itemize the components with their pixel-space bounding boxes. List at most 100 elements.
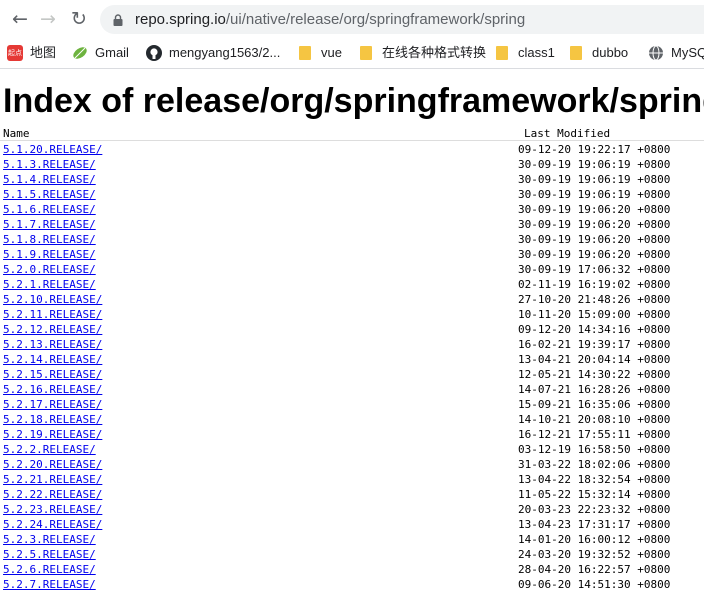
last-modified-date: 14-10-21 20:08:10 +0800 [518,413,671,426]
folder-icon [496,46,508,60]
bookmark-label: Gmail [95,45,129,60]
listing-row: 5.2.22.RELEASE/11-05-22 15:32:14 +0800 [0,487,704,502]
listing-row: 5.2.12.RELEASE/09-12-20 14:34:16 +0800 [0,322,704,337]
release-folder-link[interactable]: 5.2.17.RELEASE/ [3,397,102,412]
leaf-icon [73,47,87,59]
release-folder-link[interactable]: 5.2.11.RELEASE/ [3,307,102,322]
last-modified-date: 28-04-20 16:22:57 +0800 [518,563,671,576]
listing-row: 5.1.4.RELEASE/30-09-19 19:06:19 +0800 [0,172,704,187]
release-folder-link[interactable]: 5.2.21.RELEASE/ [3,472,102,487]
forward-arrow-icon[interactable]: → [36,7,60,31]
last-modified-date: 30-09-19 19:06:19 +0800 [518,158,671,171]
map-app-icon: 起点 [7,45,23,61]
column-header-last-modified: Last Modified [524,127,611,140]
listing-row: 5.2.14.RELEASE/13-04-21 20:04:14 +0800 [0,352,704,367]
folder-icon [360,46,372,60]
listing-row: 5.2.20.RELEASE/31-03-22 18:02:06 +0800 [0,457,704,472]
release-folder-link[interactable]: 5.2.14.RELEASE/ [3,352,102,367]
last-modified-date: 13-04-21 20:04:14 +0800 [518,353,671,366]
bookmark-label: dubbo [592,45,629,60]
last-modified-date: 10-11-20 15:09:00 +0800 [518,308,671,321]
lock-icon [113,14,123,26]
back-arrow-icon[interactable]: ← [8,7,32,31]
listing-row: 5.2.15.RELEASE/12-05-21 14:30:22 +0800 [0,367,704,382]
release-folder-link[interactable]: 5.2.6.RELEASE/ [3,562,96,577]
listing-row: 5.2.17.RELEASE/15-09-21 16:35:06 +0800 [0,397,704,412]
release-folder-link[interactable]: 5.1.5.RELEASE/ [3,187,96,202]
release-folder-link[interactable]: 5.2.20.RELEASE/ [3,457,102,472]
release-folder-link[interactable]: 5.2.1.RELEASE/ [3,277,96,292]
listing-row: 5.2.1.RELEASE/02-11-19 16:19:02 +0800 [0,277,704,292]
release-folder-link[interactable]: 5.2.22.RELEASE/ [3,487,102,502]
last-modified-date: 30-09-19 19:06:20 +0800 [518,248,671,261]
listing-row: 5.2.21.RELEASE/13-04-22 18:32:54 +0800 [0,472,704,487]
release-folder-link[interactable]: 5.2.7.RELEASE/ [3,577,96,592]
release-folder-link[interactable]: 5.1.4.RELEASE/ [3,172,96,187]
bookmarks-bar: 起点 地图 Gmail mengyang1563/2... vue 在线各种格式… [0,38,704,69]
release-folder-link[interactable]: 5.1.3.RELEASE/ [3,157,96,172]
bookmark-label: MySQ [671,45,704,60]
bookmark-label: 地图 [30,45,57,60]
listing-row: 5.2.19.RELEASE/16-12-21 17:55:11 +0800 [0,427,704,442]
release-folder-link[interactable]: 5.2.24.RELEASE/ [3,517,102,532]
address-bar[interactable]: repo.spring.io/ui/native/release/org/spr… [100,5,704,34]
release-folder-link[interactable]: 5.1.20.RELEASE/ [3,142,102,157]
last-modified-date: 20-03-23 22:23:32 +0800 [518,503,671,516]
last-modified-date: 14-01-20 16:00:12 +0800 [518,533,671,546]
listing-row: 5.2.6.RELEASE/28-04-20 16:22:57 +0800 [0,562,704,577]
listing-row: 5.2.23.RELEASE/20-03-23 22:23:32 +0800 [0,502,704,517]
release-folder-link[interactable]: 5.2.18.RELEASE/ [3,412,102,427]
release-folder-link[interactable]: 5.1.6.RELEASE/ [3,202,96,217]
bookmark-label: 在线各种格式转换 [382,45,487,60]
listing-row: 5.1.3.RELEASE/30-09-19 19:06:19 +0800 [0,157,704,172]
release-folder-link[interactable]: 5.2.23.RELEASE/ [3,502,102,517]
release-folder-link[interactable]: 5.2.10.RELEASE/ [3,292,102,307]
bookmark-label: class1 [518,45,555,60]
release-folder-link[interactable]: 5.2.15.RELEASE/ [3,367,102,382]
last-modified-date: 30-09-19 19:06:19 +0800 [518,188,671,201]
last-modified-date: 14-07-21 16:28:26 +0800 [518,383,671,396]
listing-row: 5.2.2.RELEASE/03-12-19 16:58:50 +0800 [0,442,704,457]
folder-icon [570,46,582,60]
page-title: Index of release/org/springframework/spr… [3,82,704,120]
browser-toolbar: ← → ↻ repo.spring.io/ui/native/release/o… [0,0,704,38]
last-modified-date: 13-04-23 17:31:17 +0800 [518,518,671,531]
release-folder-link[interactable]: 5.2.0.RELEASE/ [3,262,96,277]
folder-icon [299,46,311,60]
globe-icon [649,45,663,61]
reload-icon[interactable]: ↻ [67,7,91,31]
last-modified-date: 09-12-20 19:22:17 +0800 [518,143,671,156]
last-modified-date: 03-12-19 16:58:50 +0800 [518,443,671,456]
release-folder-link[interactable]: 5.1.7.RELEASE/ [3,217,96,232]
listing-row: 5.2.13.RELEASE/16-02-21 19:39:17 +0800 [0,337,704,352]
last-modified-date: 30-09-19 19:06:20 +0800 [518,218,671,231]
release-folder-link[interactable]: 5.2.19.RELEASE/ [3,427,102,442]
last-modified-date: 02-11-19 16:19:02 +0800 [518,278,671,291]
last-modified-date: 16-12-21 17:55:11 +0800 [518,428,671,441]
column-header-name: Name [3,127,30,140]
listing-row: 5.2.10.RELEASE/27-10-20 21:48:26 +0800 [0,292,704,307]
release-folder-link[interactable]: 5.1.8.RELEASE/ [3,232,96,247]
release-folder-link[interactable]: 5.2.3.RELEASE/ [3,532,96,547]
bookmark-label: vue [321,45,342,60]
url-host: repo.spring.io [135,11,226,28]
release-folder-link[interactable]: 5.2.2.RELEASE/ [3,442,96,457]
release-folder-link[interactable]: 5.1.9.RELEASE/ [3,247,96,262]
release-folder-link[interactable]: 5.2.12.RELEASE/ [3,322,102,337]
url-path: /ui/native/release/org/springframework/s… [225,11,526,28]
last-modified-date: 30-09-19 19:06:19 +0800 [518,173,671,186]
listing-row: 5.2.7.RELEASE/09-06-20 14:51:30 +0800 [0,577,704,592]
last-modified-date: 31-03-22 18:02:06 +0800 [518,458,671,471]
header-divider [0,140,704,141]
listing-row: 5.1.5.RELEASE/30-09-19 19:06:19 +0800 [0,187,704,202]
listing-row: 5.1.8.RELEASE/30-09-19 19:06:20 +0800 [0,232,704,247]
release-folder-link[interactable]: 5.2.5.RELEASE/ [3,547,96,562]
listing-row: 5.2.3.RELEASE/14-01-20 16:00:12 +0800 [0,532,704,547]
release-folder-link[interactable]: 5.2.16.RELEASE/ [3,382,102,397]
listing-row: 5.2.0.RELEASE/30-09-19 17:06:32 +0800 [0,262,704,277]
release-folder-link[interactable]: 5.2.13.RELEASE/ [3,337,102,352]
last-modified-date: 11-05-22 15:32:14 +0800 [518,488,671,501]
bookmark-label: mengyang1563/2... [169,45,281,60]
listing-row: 5.2.24.RELEASE/13-04-23 17:31:17 +0800 [0,517,704,532]
listing-row: 5.2.18.RELEASE/14-10-21 20:08:10 +0800 [0,412,704,427]
